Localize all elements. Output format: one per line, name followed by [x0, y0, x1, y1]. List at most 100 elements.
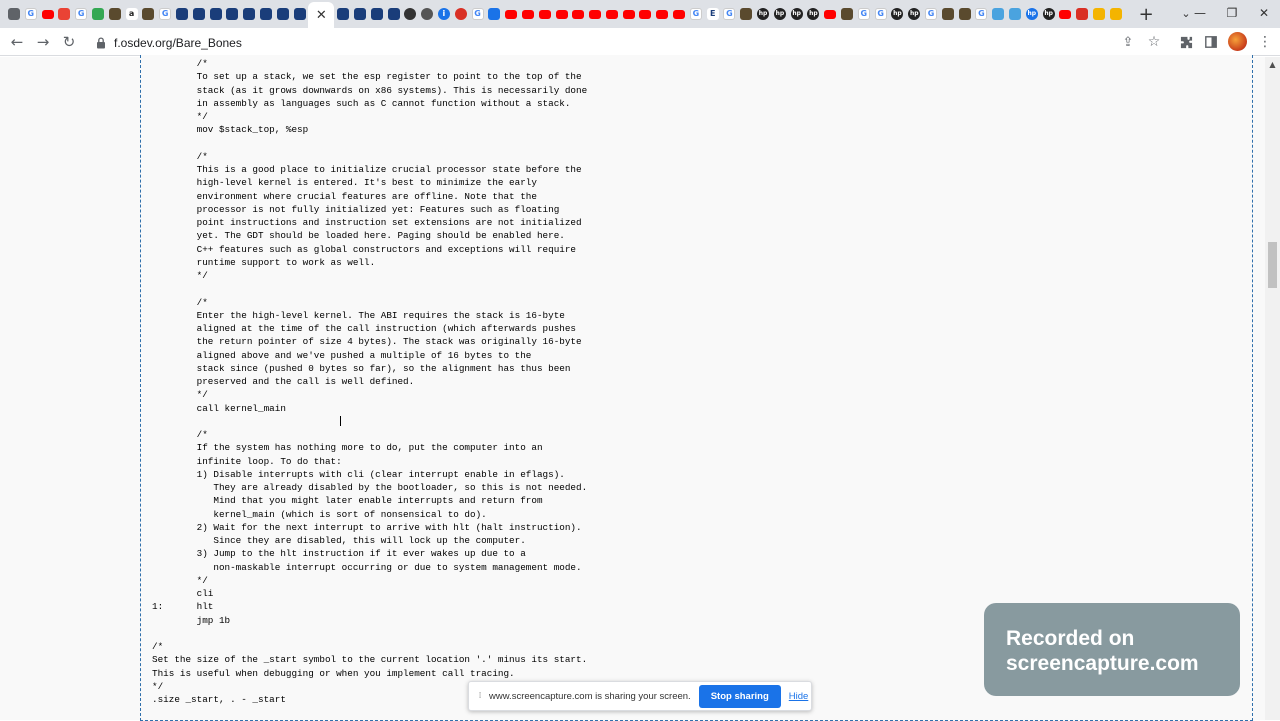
browser-tab[interactable] [486, 4, 502, 24]
browser-tab[interactable] [587, 4, 603, 24]
browser-tab[interactable] [738, 4, 754, 24]
browser-tab[interactable] [604, 4, 620, 24]
browser-tab[interactable] [90, 4, 106, 24]
browser-tab[interactable] [1108, 4, 1124, 24]
shop-icon [841, 8, 854, 20]
browser-tab[interactable] [224, 4, 240, 24]
browser-tab[interactable]: G [923, 4, 939, 24]
browser-tab[interactable] [241, 4, 257, 24]
browser-tab[interactable] [1057, 4, 1073, 24]
browser-tab[interactable] [352, 4, 368, 24]
scrollbar-track[interactable] [1265, 57, 1280, 720]
browser-tab[interactable] [822, 4, 838, 24]
browser-tab[interactable] [1091, 4, 1107, 24]
browser-tab[interactable] [191, 4, 207, 24]
browser-tab[interactable]: hp [1041, 4, 1057, 24]
browser-tab[interactable] [1074, 4, 1090, 24]
browser-tab[interactable] [554, 4, 570, 24]
browser-tab[interactable] [537, 4, 553, 24]
bookmark-star-icon[interactable]: ☆ [1144, 32, 1164, 52]
browser-tab[interactable]: G [873, 4, 889, 24]
code-line: /* [152, 641, 164, 652]
browser-tab[interactable] [520, 4, 536, 24]
scrollbar-thumb[interactable] [1268, 242, 1277, 288]
browser-tab[interactable] [671, 4, 687, 24]
code-line: mov $stack_top, %esp [152, 124, 309, 136]
browser-tab[interactable] [174, 4, 190, 24]
forward-icon[interactable]: → [33, 32, 53, 52]
code-line: Since they are disabled, this will lock … [152, 535, 526, 546]
hide-link[interactable]: Hide [789, 691, 809, 702]
browser-tab[interactable] [140, 4, 156, 24]
browser-tab[interactable]: G [470, 4, 486, 24]
browser-tab[interactable] [839, 4, 855, 24]
browser-tab[interactable] [503, 4, 519, 24]
browser-tab[interactable] [637, 4, 653, 24]
browser-tab[interactable] [386, 4, 402, 24]
share-icon[interactable]: ⇪ [1118, 32, 1138, 52]
sharing-message: www.screencapture.com is sharing your sc… [489, 690, 691, 702]
browser-tab[interactable] [208, 4, 224, 24]
amazon-icon: a [125, 8, 138, 20]
browser-tab[interactable] [453, 4, 469, 24]
code-line: stack since (pushed 0 bytes so far), so … [152, 362, 571, 374]
browser-tab[interactable]: G [73, 4, 89, 24]
code-line: */ [152, 574, 208, 586]
browser-tab[interactable] [369, 4, 385, 24]
menu-icon[interactable]: ⋮ [1255, 32, 1275, 52]
browser-tab[interactable]: i [436, 4, 452, 24]
code-line: the return pointer of size 4 bytes). The… [152, 336, 582, 348]
browser-tab[interactable]: G [721, 4, 737, 24]
browser-tab[interactable]: G [688, 4, 704, 24]
browser-tab[interactable] [292, 4, 308, 24]
reload-icon[interactable]: ↻ [59, 32, 79, 52]
restore-button[interactable]: ❐ [1216, 0, 1248, 26]
youtube-icon [1059, 9, 1072, 19]
minimize-button[interactable]: — [1184, 0, 1216, 26]
browser-tab[interactable] [654, 4, 670, 24]
browser-tab[interactable]: G [973, 4, 989, 24]
lock-icon[interactable] [92, 36, 110, 49]
browser-tab[interactable]: G [157, 4, 173, 24]
browser-tab[interactable] [419, 4, 435, 24]
browser-tab[interactable] [990, 4, 1006, 24]
browser-tab[interactable] [570, 4, 586, 24]
browser-tab-active[interactable]: ✕ [308, 2, 335, 28]
browser-tab[interactable] [56, 4, 72, 24]
browser-tab[interactable]: G [856, 4, 872, 24]
browser-tab[interactable]: G [23, 4, 39, 24]
cloud-icon [1009, 8, 1022, 20]
browser-tab[interactable] [40, 4, 56, 24]
browser-tab[interactable] [275, 4, 291, 24]
new-tab-button[interactable]: + [1139, 4, 1154, 25]
browser-tab[interactable]: a [124, 4, 140, 24]
stop-sharing-button[interactable]: Stop sharing [698, 684, 781, 708]
code-line: 1: hlt [152, 601, 214, 613]
close-window-button[interactable]: ✕ [1248, 0, 1280, 26]
browser-tab[interactable] [258, 4, 274, 24]
browser-tab[interactable] [621, 4, 637, 24]
browser-tab[interactable]: hp [1024, 4, 1040, 24]
browser-tab[interactable] [402, 4, 418, 24]
browser-tab[interactable]: hp [889, 4, 905, 24]
browser-tab[interactable]: hp [772, 4, 788, 24]
browser-tab[interactable]: E [705, 4, 721, 24]
side-panel-icon[interactable] [1201, 32, 1221, 52]
address-bar[interactable]: f.osdev.org/Bare_Bones [88, 31, 1170, 54]
drag-handle-icon[interactable]: ⁞ [473, 691, 487, 701]
close-icon[interactable]: ✕ [316, 8, 327, 23]
browser-tab[interactable] [107, 4, 123, 24]
scroll-up-arrow-icon[interactable]: ▲ [1265, 57, 1280, 72]
browser-tab[interactable]: hp [789, 4, 805, 24]
browser-tab[interactable]: hp [755, 4, 771, 24]
browser-tab[interactable] [1007, 4, 1023, 24]
extensions-icon[interactable] [1176, 32, 1196, 52]
profile-avatar[interactable] [1228, 32, 1247, 51]
browser-tab[interactable] [940, 4, 956, 24]
browser-tab[interactable] [6, 4, 22, 24]
back-icon[interactable]: ← [7, 32, 27, 52]
browser-tab[interactable]: hp [805, 4, 821, 24]
browser-tab[interactable]: hp [906, 4, 922, 24]
browser-tab[interactable] [957, 4, 973, 24]
browser-tab[interactable] [335, 4, 351, 24]
